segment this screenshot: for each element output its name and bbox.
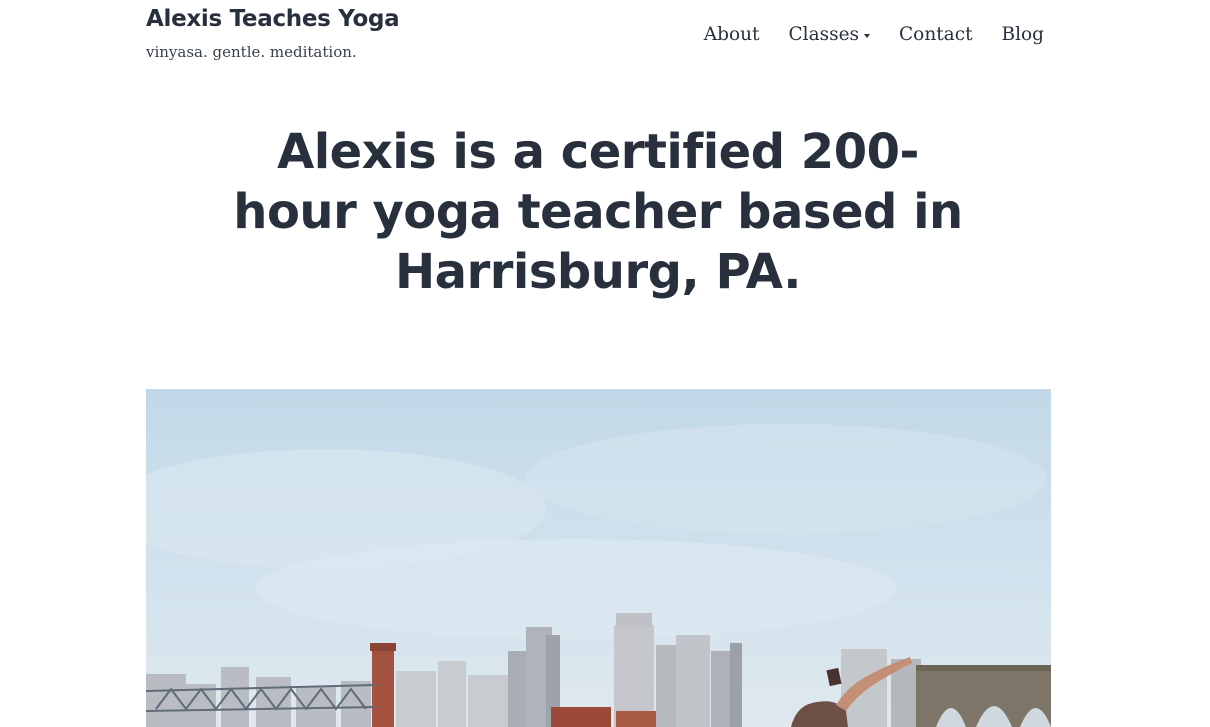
nav-item-contact[interactable]: Contact: [899, 24, 972, 45]
nav-item-label: Contact: [899, 24, 973, 45]
site-tagline: vinyasa. gentle. meditation.: [146, 43, 357, 61]
hero-photo: [146, 389, 1051, 727]
site-title-link[interactable]: Alexis Teaches Yoga: [146, 6, 400, 32]
nav-item-label: Classes: [788, 24, 860, 45]
nav-item-about[interactable]: About: [704, 24, 760, 45]
nav-item-blog[interactable]: Blog: [1002, 24, 1045, 45]
primary-navigation: About Classes Contact Blog: [704, 24, 1044, 45]
nav-item-classes[interactable]: Classes: [789, 24, 871, 45]
nav-item-label: About: [703, 24, 760, 45]
hero-heading: Alexis is a certified 200-hour yoga teac…: [233, 124, 963, 300]
stone-bridge: [916, 665, 1051, 727]
site-header: Alexis Teaches Yoga vinyasa. gentle. med…: [0, 0, 1210, 80]
skyline-photo-illustration: [146, 389, 1051, 727]
caret-down-icon[interactable]: [864, 34, 871, 38]
nav-item-label: Blog: [1001, 24, 1045, 45]
